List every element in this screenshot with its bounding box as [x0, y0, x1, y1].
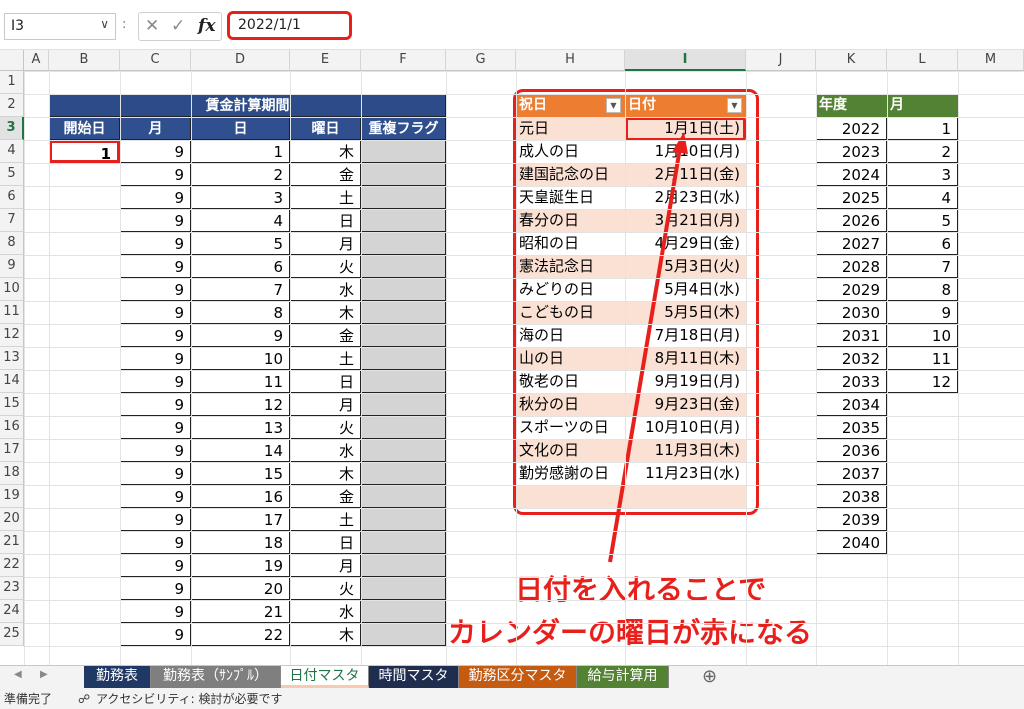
- grid-line: [24, 71, 25, 665]
- grid-line: [24, 531, 1024, 532]
- grid-line: [290, 71, 291, 665]
- grid-line: [516, 71, 517, 665]
- grid-line: [746, 71, 747, 665]
- grid-line: [24, 393, 1024, 394]
- grid-line: [24, 163, 1024, 164]
- grid-line: [24, 140, 1024, 141]
- grid-line: [24, 324, 1024, 325]
- grid-line: [24, 416, 1024, 417]
- add-sheet-icon[interactable]: ⊕: [702, 666, 717, 687]
- grid-line: [958, 71, 959, 665]
- grid-line: [816, 71, 817, 665]
- grid-line: [24, 71, 1024, 72]
- grid-line: [24, 94, 1024, 95]
- sheet-tab[interactable]: 勤務表: [84, 666, 151, 688]
- grid-line: [24, 508, 1024, 509]
- sheet-tab[interactable]: 勤務区分マスタ: [459, 666, 577, 688]
- sheet-tab[interactable]: 日付マスタ: [281, 666, 369, 688]
- sheet-tab[interactable]: 勤務表（ｻﾝﾌﾟﾙ）: [151, 666, 281, 688]
- sheet-tab[interactable]: 給与計算用: [577, 666, 669, 688]
- tab-next-icon[interactable]: ▶: [40, 669, 48, 680]
- grid-line: [24, 347, 1024, 348]
- grid-line: [24, 255, 1024, 256]
- grid-line: [24, 186, 1024, 187]
- grid-line: [887, 71, 888, 665]
- grid-line: [120, 71, 121, 665]
- grid-line: [625, 71, 626, 665]
- grid-line: [24, 232, 1024, 233]
- grid-line: [49, 71, 50, 665]
- grid-line: [24, 370, 1024, 371]
- sheet-tab-bar: ◀ ▶ 勤務表 勤務表（ｻﾝﾌﾟﾙ） 日付マスタ 時間マスタ 勤務区分マスタ 給与計算用 …: [0, 665, 1024, 689]
- grid-line: [24, 462, 1024, 463]
- grid-line: [446, 71, 447, 665]
- status-accessibility[interactable]: アクセシビリティ: 検討が必要です: [96, 689, 283, 709]
- sheet-tab[interactable]: 時間マスタ: [369, 666, 459, 688]
- status-ready: 準備完了: [4, 692, 53, 706]
- grid-line: [24, 301, 1024, 302]
- grid-line: [24, 278, 1024, 279]
- grid-line: [24, 554, 1024, 555]
- grid-line: [24, 439, 1024, 440]
- grid-line: [24, 577, 1024, 578]
- grid-line: [24, 485, 1024, 486]
- grid-line: [191, 71, 192, 665]
- accessibility-icon[interactable]: ☍: [78, 689, 90, 709]
- annotation-arrow: [608, 132, 688, 563]
- grid-line: [24, 623, 1024, 624]
- grid-line: [24, 600, 1024, 601]
- status-bar: 準備完了 ☍ アクセシビリティ: 検討が必要です: [0, 689, 1024, 709]
- grid-line: [24, 117, 1024, 118]
- grid-line: [24, 209, 1024, 210]
- grid-line: [24, 646, 1024, 647]
- tab-prev-icon[interactable]: ◀: [14, 669, 22, 680]
- grid-line: [361, 71, 362, 665]
